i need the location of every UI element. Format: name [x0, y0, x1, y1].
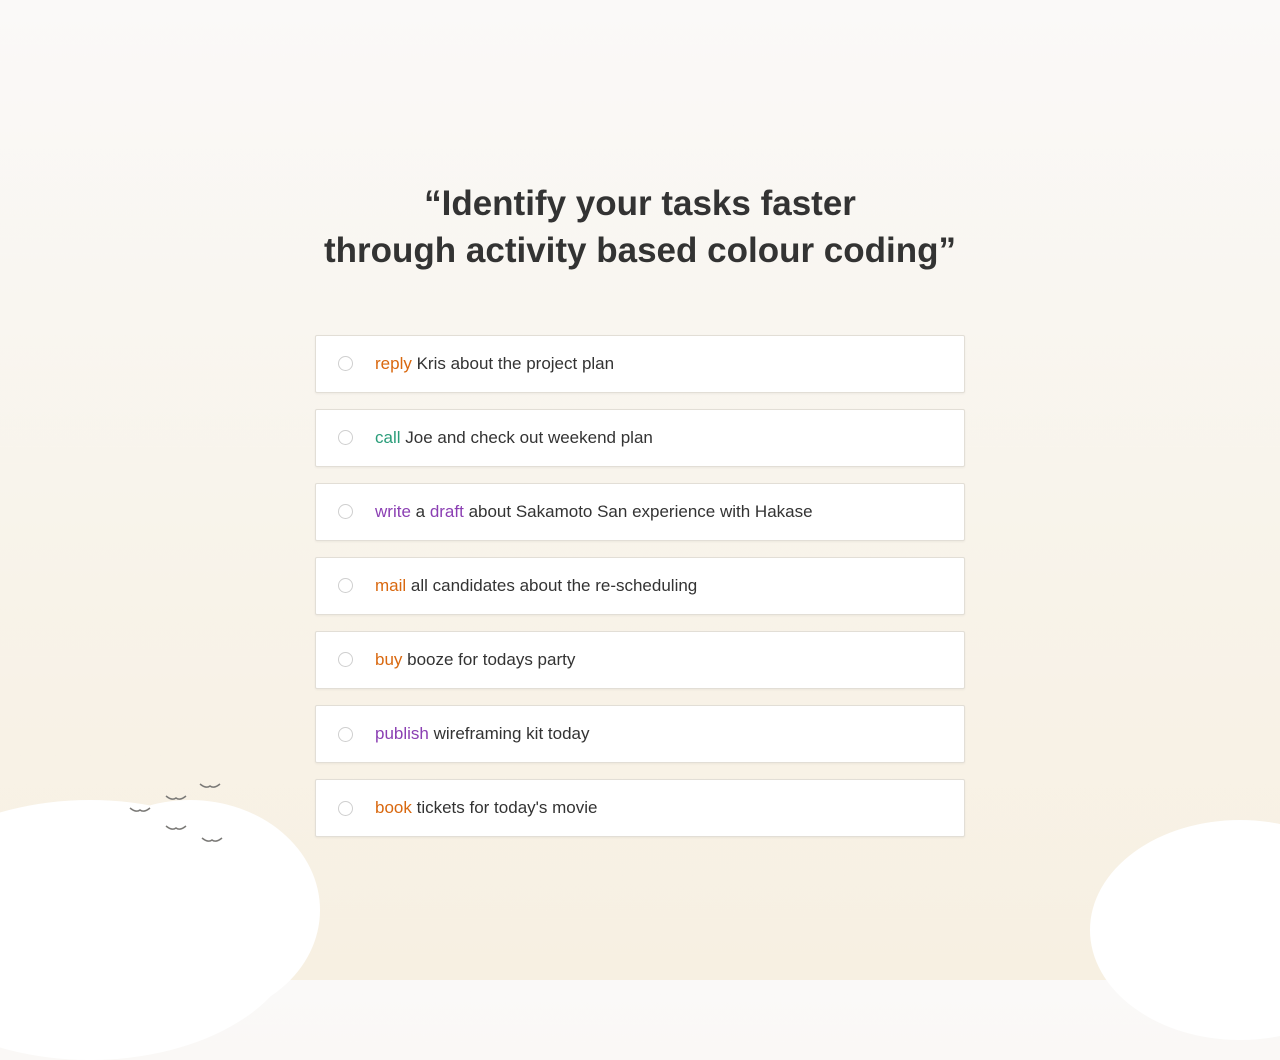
heading-line-2: through activity based colour coding”: [324, 231, 956, 270]
task-keyword: mail: [375, 576, 406, 595]
task-checkbox[interactable]: [338, 727, 353, 742]
heading-line-1: “Identify your tasks faster: [424, 184, 856, 223]
task-text: buy booze for todays party: [375, 649, 575, 671]
task-card[interactable]: write a draft about Sakamoto San experie…: [315, 483, 965, 541]
task-checkbox[interactable]: [338, 430, 353, 445]
task-text: reply Kris about the project plan: [375, 353, 614, 375]
task-text-part: booze for todays party: [402, 650, 575, 669]
task-text-part: wireframing kit today: [429, 724, 590, 743]
task-text-part: all candidates about the re-scheduling: [406, 576, 697, 595]
task-checkbox[interactable]: [338, 504, 353, 519]
task-keyword: publish: [375, 724, 429, 743]
task-checkbox[interactable]: [338, 578, 353, 593]
task-text-part: about Sakamoto San experience with Hakas…: [464, 502, 813, 521]
task-keyword: draft: [430, 502, 464, 521]
task-card[interactable]: reply Kris about the project plan: [315, 335, 965, 393]
task-checkbox[interactable]: [338, 652, 353, 667]
cloud-decoration-right: [1090, 820, 1280, 1040]
task-keyword: buy: [375, 650, 402, 669]
task-card[interactable]: publish wireframing kit today: [315, 705, 965, 763]
task-text: write a draft about Sakamoto San experie…: [375, 501, 813, 523]
task-card[interactable]: book tickets for today's movie: [315, 779, 965, 837]
task-text: call Joe and check out weekend plan: [375, 427, 653, 449]
task-text: book tickets for today's movie: [375, 797, 597, 819]
task-keyword: reply: [375, 354, 412, 373]
task-keyword: call: [375, 428, 401, 447]
task-card[interactable]: mail all candidates about the re-schedul…: [315, 557, 965, 615]
task-keyword: book: [375, 798, 412, 817]
task-text-part: Joe and check out weekend plan: [401, 428, 653, 447]
task-checkbox[interactable]: [338, 801, 353, 816]
task-card[interactable]: buy booze for todays party: [315, 631, 965, 689]
task-text-part: tickets for today's movie: [412, 798, 598, 817]
task-card[interactable]: call Joe and check out weekend plan: [315, 409, 965, 467]
task-text: mail all candidates about the re-schedul…: [375, 575, 697, 597]
task-text-part: a: [411, 502, 430, 521]
task-text: publish wireframing kit today: [375, 723, 590, 745]
task-keyword: write: [375, 502, 411, 521]
task-text-part: Kris about the project plan: [412, 354, 614, 373]
page-heading: “Identify your tasks faster through acti…: [0, 180, 1280, 275]
task-list: reply Kris about the project plan call Jo…: [315, 335, 965, 838]
task-checkbox[interactable]: [338, 356, 353, 371]
